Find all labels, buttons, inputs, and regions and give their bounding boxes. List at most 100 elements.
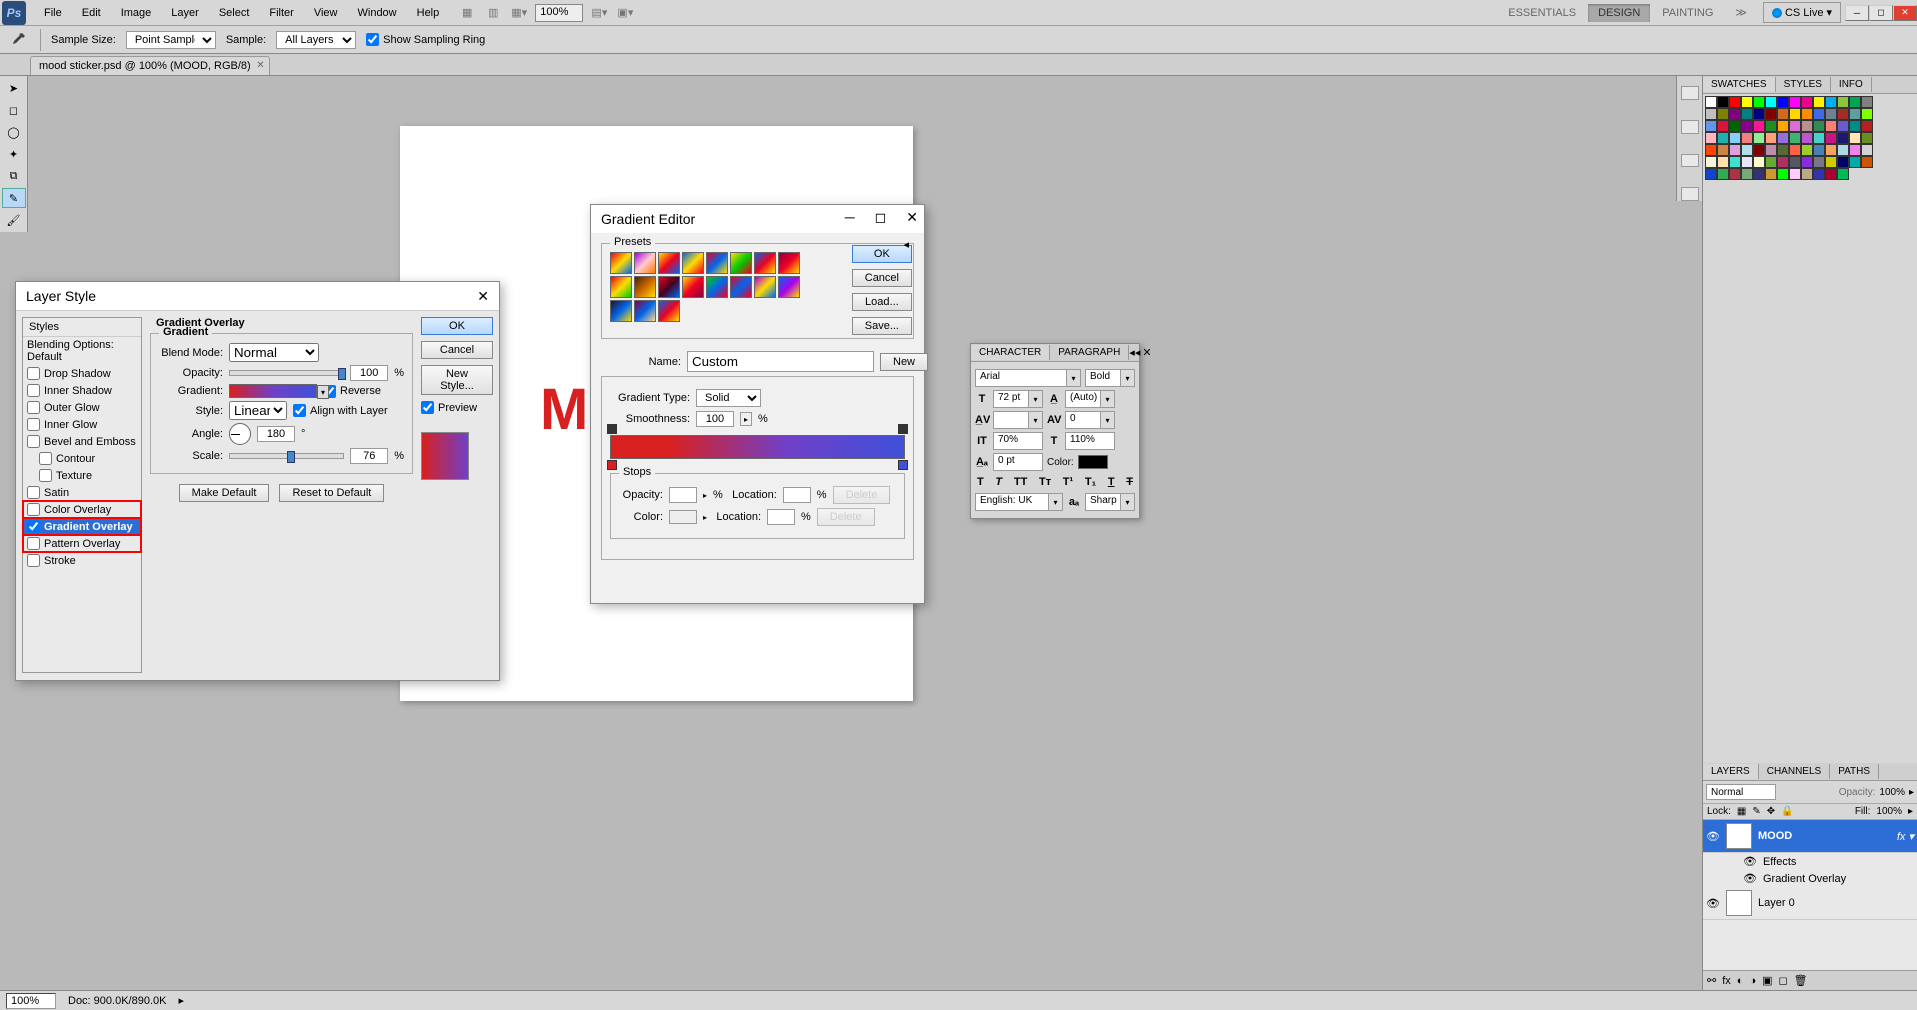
swatch[interactable] (1765, 144, 1777, 156)
swatch[interactable] (1717, 96, 1729, 108)
arrange-documents-icon[interactable]: ▤▾ (589, 3, 609, 23)
gradient-bar[interactable] (610, 435, 905, 459)
style-outer-glow[interactable]: Outer Glow (23, 399, 141, 416)
gradient-preset[interactable] (634, 276, 656, 298)
language-select[interactable]: English: UK▾ (975, 493, 1063, 511)
style-drop-shadow[interactable]: Drop Shadow (23, 365, 141, 382)
swatch[interactable] (1861, 96, 1873, 108)
gradient-preset[interactable] (610, 252, 632, 274)
style-satin[interactable]: Satin (23, 484, 141, 501)
move-tool-icon[interactable]: ➤ (2, 78, 26, 98)
swatch[interactable] (1837, 132, 1849, 144)
gradient-swatch[interactable]: ▾ (229, 384, 317, 398)
menu-view[interactable]: View (304, 3, 348, 23)
sample-select[interactable]: All Layers (276, 31, 356, 49)
gradient-preset[interactable] (610, 276, 632, 298)
swatch[interactable] (1705, 96, 1717, 108)
swatch[interactable] (1789, 156, 1801, 168)
angle-dial[interactable] (229, 423, 251, 445)
character-tab[interactable]: CHARACTER (971, 345, 1050, 360)
menu-layer[interactable]: Layer (161, 3, 209, 23)
gradient-name-input[interactable] (687, 351, 874, 372)
gradient-type-select[interactable]: Solid (696, 389, 761, 407)
delete-color-stop-button[interactable]: Delete (817, 508, 875, 526)
swatch[interactable] (1825, 96, 1837, 108)
gradient-preset[interactable] (610, 300, 632, 322)
swatch[interactable] (1753, 108, 1765, 120)
strikethrough-button[interactable]: T (1126, 476, 1133, 488)
swatch[interactable] (1801, 108, 1813, 120)
stop-color-location-input[interactable] (767, 509, 795, 525)
lock-pixels-icon[interactable]: ✎ (1752, 806, 1760, 817)
swatch[interactable] (1753, 120, 1765, 132)
window-minimize-button[interactable]: ─ (1845, 5, 1869, 21)
gradient-preset[interactable] (706, 252, 728, 274)
style-pattern-overlay[interactable]: Pattern Overlay (23, 535, 141, 552)
swatch[interactable] (1717, 156, 1729, 168)
adjustments-panel-icon[interactable] (1681, 187, 1699, 201)
swatch[interactable] (1789, 120, 1801, 132)
swatch[interactable] (1741, 120, 1753, 132)
workspace-essentials[interactable]: ESSENTIALS (1498, 4, 1586, 22)
gradient-preset[interactable] (658, 300, 680, 322)
gradient-preset[interactable] (658, 276, 680, 298)
sample-size-select[interactable]: Point Sample (126, 31, 216, 49)
swatch[interactable] (1705, 144, 1717, 156)
swatch[interactable] (1777, 108, 1789, 120)
swatch[interactable] (1753, 156, 1765, 168)
kerning-select[interactable]: ▾ (993, 411, 1043, 429)
swatch[interactable] (1741, 132, 1753, 144)
swatch[interactable] (1765, 168, 1777, 180)
workspace-more[interactable]: ≫ (1725, 3, 1757, 22)
style-color-overlay[interactable]: Color Overlay (23, 501, 141, 518)
stop-color-swatch[interactable] (669, 510, 697, 524)
swatch[interactable] (1801, 96, 1813, 108)
styles-tab[interactable]: STYLES (1776, 77, 1831, 92)
swatch[interactable] (1777, 144, 1789, 156)
panel-close-icon[interactable]: ✕ (1142, 346, 1151, 359)
all-caps-button[interactable]: TT (1014, 476, 1027, 488)
style-bevel-emboss[interactable]: Bevel and Emboss (23, 433, 141, 450)
swatch[interactable] (1813, 108, 1825, 120)
swatch[interactable] (1825, 144, 1837, 156)
info-tab[interactable]: INFO (1831, 77, 1872, 92)
swatch[interactable] (1717, 120, 1729, 132)
swatch[interactable] (1777, 120, 1789, 132)
gradient-preset[interactable] (682, 252, 704, 274)
zoom-level-combo[interactable]: 100% (535, 4, 583, 22)
swatch[interactable] (1813, 168, 1825, 180)
vertical-scale-input[interactable]: 70% (993, 432, 1043, 450)
crop-tool-icon[interactable]: ⧉ (2, 166, 26, 186)
minibridge-panel-icon[interactable] (1681, 86, 1699, 100)
menu-select[interactable]: Select (209, 3, 260, 23)
swatch[interactable] (1801, 120, 1813, 132)
swatch[interactable] (1753, 132, 1765, 144)
swatch[interactable] (1813, 144, 1825, 156)
scale-slider[interactable] (229, 453, 344, 459)
lock-all-icon[interactable]: 🔒 (1781, 806, 1793, 817)
lock-transparency-icon[interactable]: ▦ (1737, 806, 1746, 817)
font-weight-select[interactable]: Bold▾ (1085, 369, 1135, 387)
gradient-preset[interactable] (730, 252, 752, 274)
delete-opacity-stop-button[interactable]: Delete (833, 486, 891, 504)
stop-location-input[interactable] (783, 487, 811, 503)
opacity-stop-right[interactable] (898, 424, 908, 434)
swatch[interactable] (1729, 156, 1741, 168)
swatch[interactable] (1813, 120, 1825, 132)
style-stroke[interactable]: Stroke (23, 552, 141, 569)
faux-italic-button[interactable]: T (995, 476, 1002, 488)
swatch[interactable] (1837, 96, 1849, 108)
swatch[interactable] (1753, 144, 1765, 156)
layer-name[interactable]: Layer 0 (1758, 897, 1795, 909)
gradient-editor-maximize-icon[interactable]: ◻ (875, 209, 887, 226)
stop-opacity-input[interactable] (669, 487, 697, 503)
antialias-select[interactable]: Sharp▾ (1085, 493, 1135, 511)
gradient-editor-minimize-icon[interactable]: ─ (845, 209, 855, 226)
small-caps-button[interactable]: Tᴛ (1039, 476, 1051, 488)
swatch[interactable] (1717, 132, 1729, 144)
swatch[interactable] (1741, 96, 1753, 108)
swatch[interactable] (1729, 120, 1741, 132)
status-doc-info[interactable]: Doc: 900.0K/890.0K (68, 995, 166, 1007)
style-inner-glow[interactable]: Inner Glow (23, 416, 141, 433)
gradient-preset[interactable] (682, 276, 704, 298)
